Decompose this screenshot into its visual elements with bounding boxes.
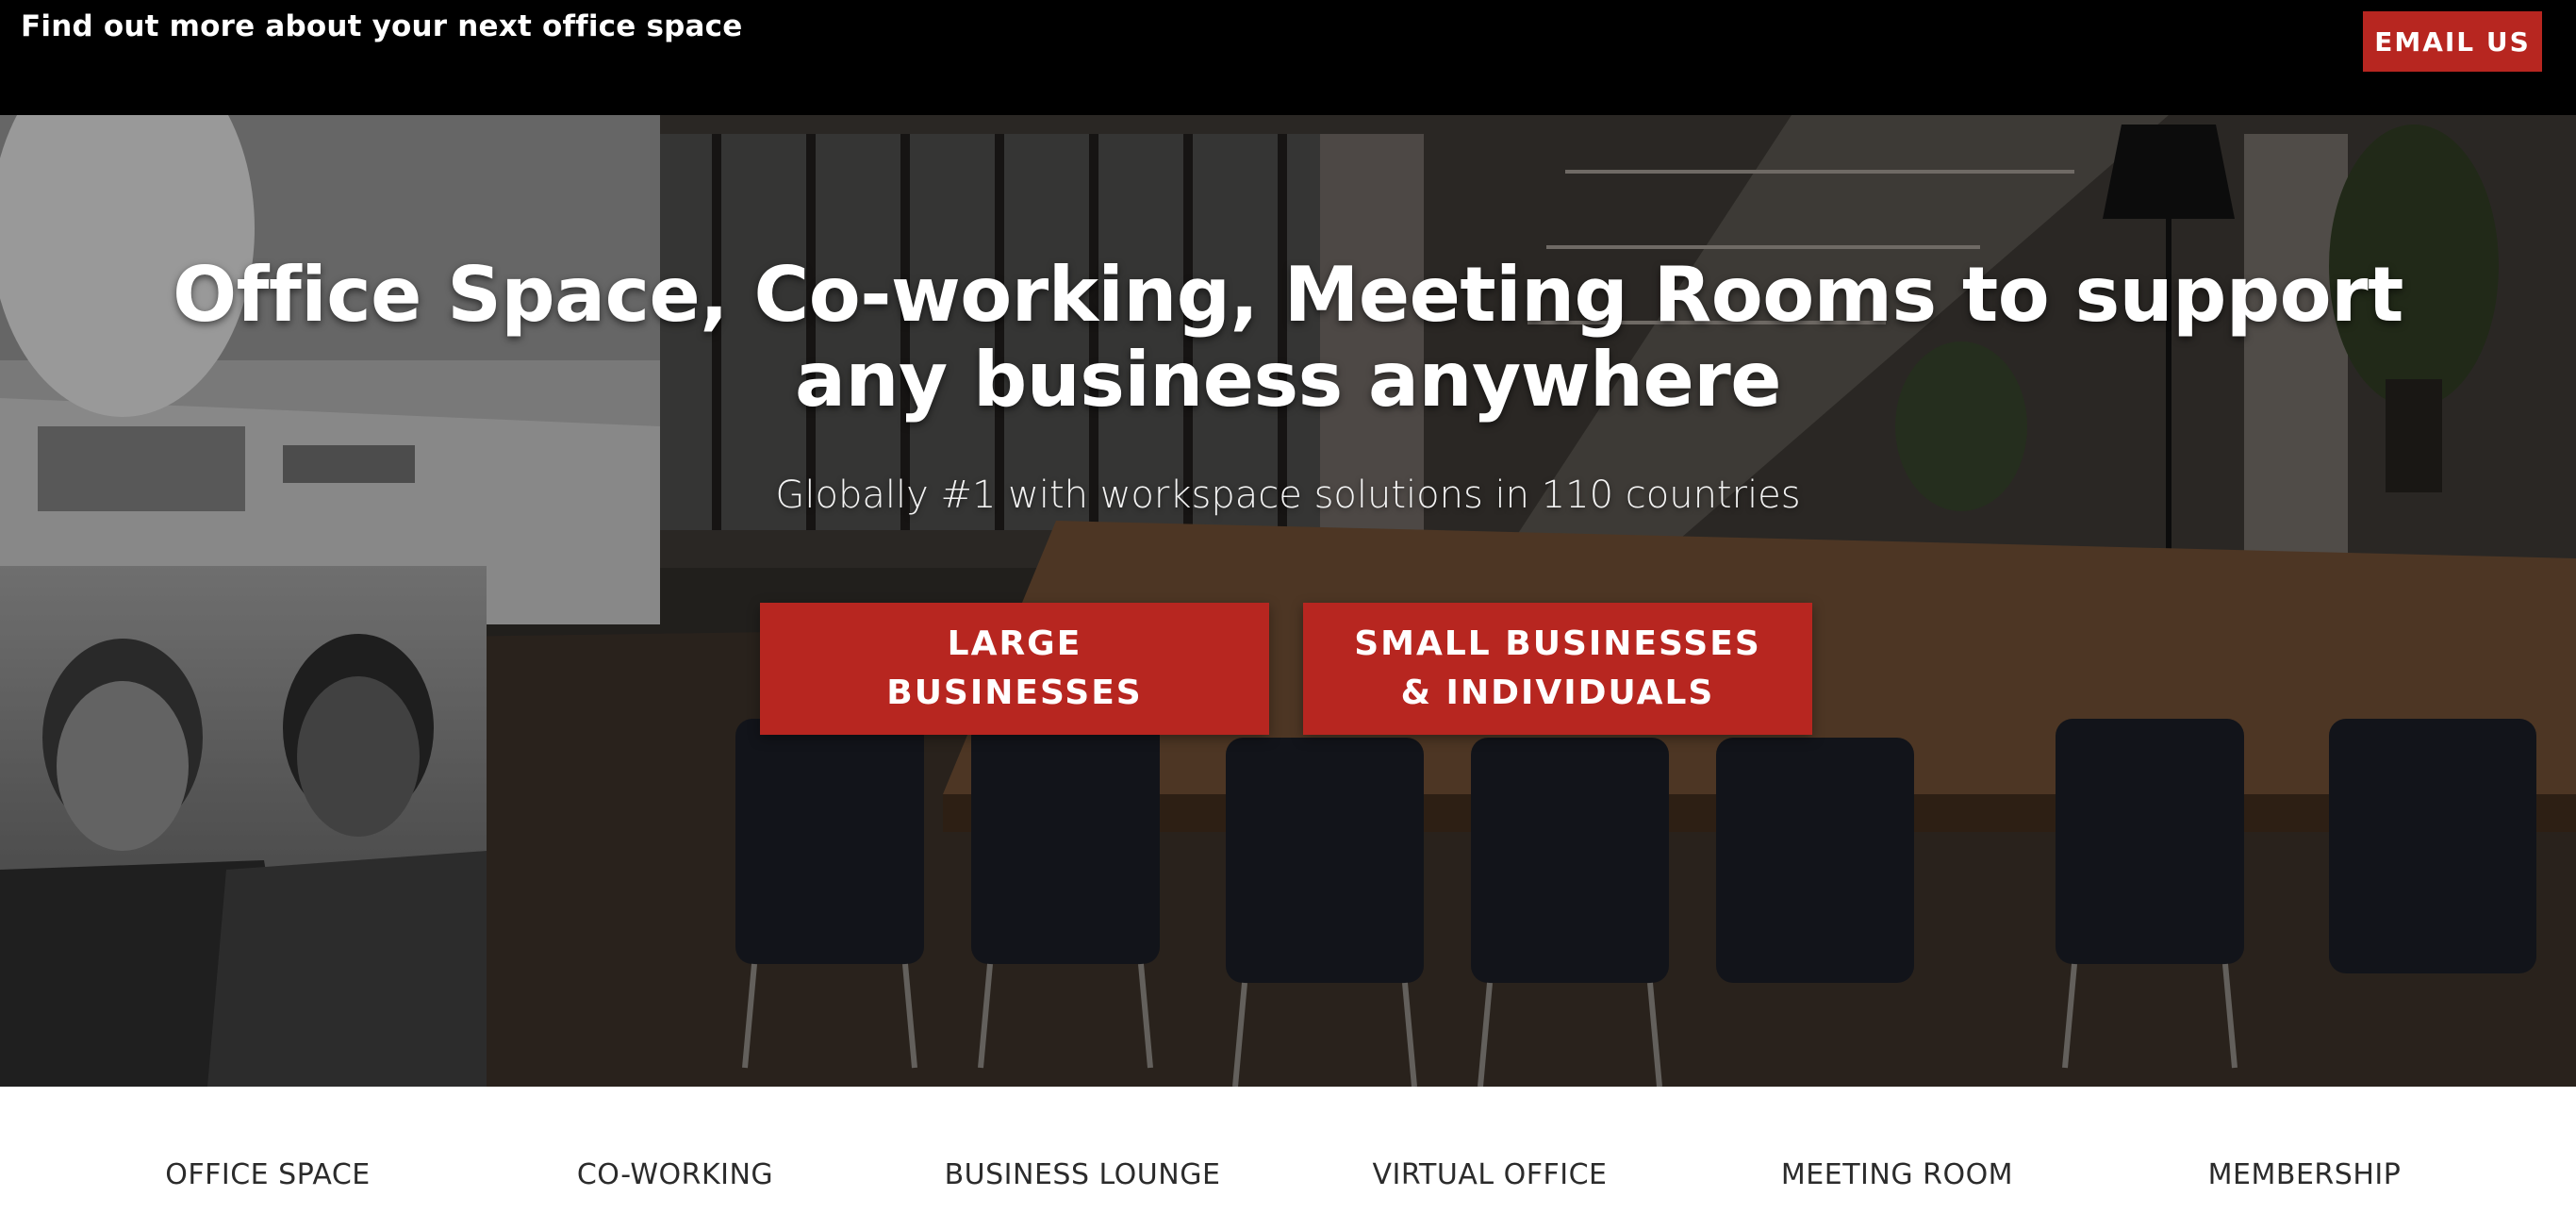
nav-item-business-lounge[interactable]: BUSINESS LOUNGE [879, 1158, 1286, 1191]
nav-item-virtual-office[interactable]: VIRTUAL OFFICE [1286, 1158, 1693, 1191]
large-businesses-line1: LARGE [947, 624, 1082, 663]
nav-item-membership[interactable]: MEMBERSHIP [2101, 1158, 2508, 1191]
nav-item-office-space[interactable]: OFFICE SPACE [64, 1158, 471, 1191]
hero-section: Office Space, Co-working, Meeting Rooms … [0, 115, 2576, 1087]
hero-subtitle: Globally #1 with workspace solutions in … [775, 474, 1801, 517]
small-businesses-individuals-button[interactable]: SMALL BUSINESSES & INDIVIDUALS [1303, 603, 1812, 735]
large-businesses-line2: BUSINESSES [886, 673, 1143, 712]
nav-item-co-working[interactable]: CO-WORKING [471, 1158, 879, 1191]
topbar-tagline: Find out more about your next office spa… [21, 9, 743, 43]
small-businesses-line2: & INDIVIDUALS [1400, 673, 1715, 712]
email-us-button[interactable]: EMAIL US [2363, 11, 2542, 72]
top-bar: Find out more about your next office spa… [0, 0, 2576, 115]
nav-item-meeting-room[interactable]: MEETING ROOM [1693, 1158, 2101, 1191]
product-nav: OFFICE SPACE CO-WORKING BUSINESS LOUNGE … [0, 1087, 2576, 1230]
hero-title: Office Space, Co-working, Meeting Rooms … [173, 251, 2403, 424]
large-businesses-button[interactable]: LARGE BUSINESSES [760, 603, 1269, 735]
small-businesses-line1: SMALL BUSINESSES [1354, 624, 1761, 663]
